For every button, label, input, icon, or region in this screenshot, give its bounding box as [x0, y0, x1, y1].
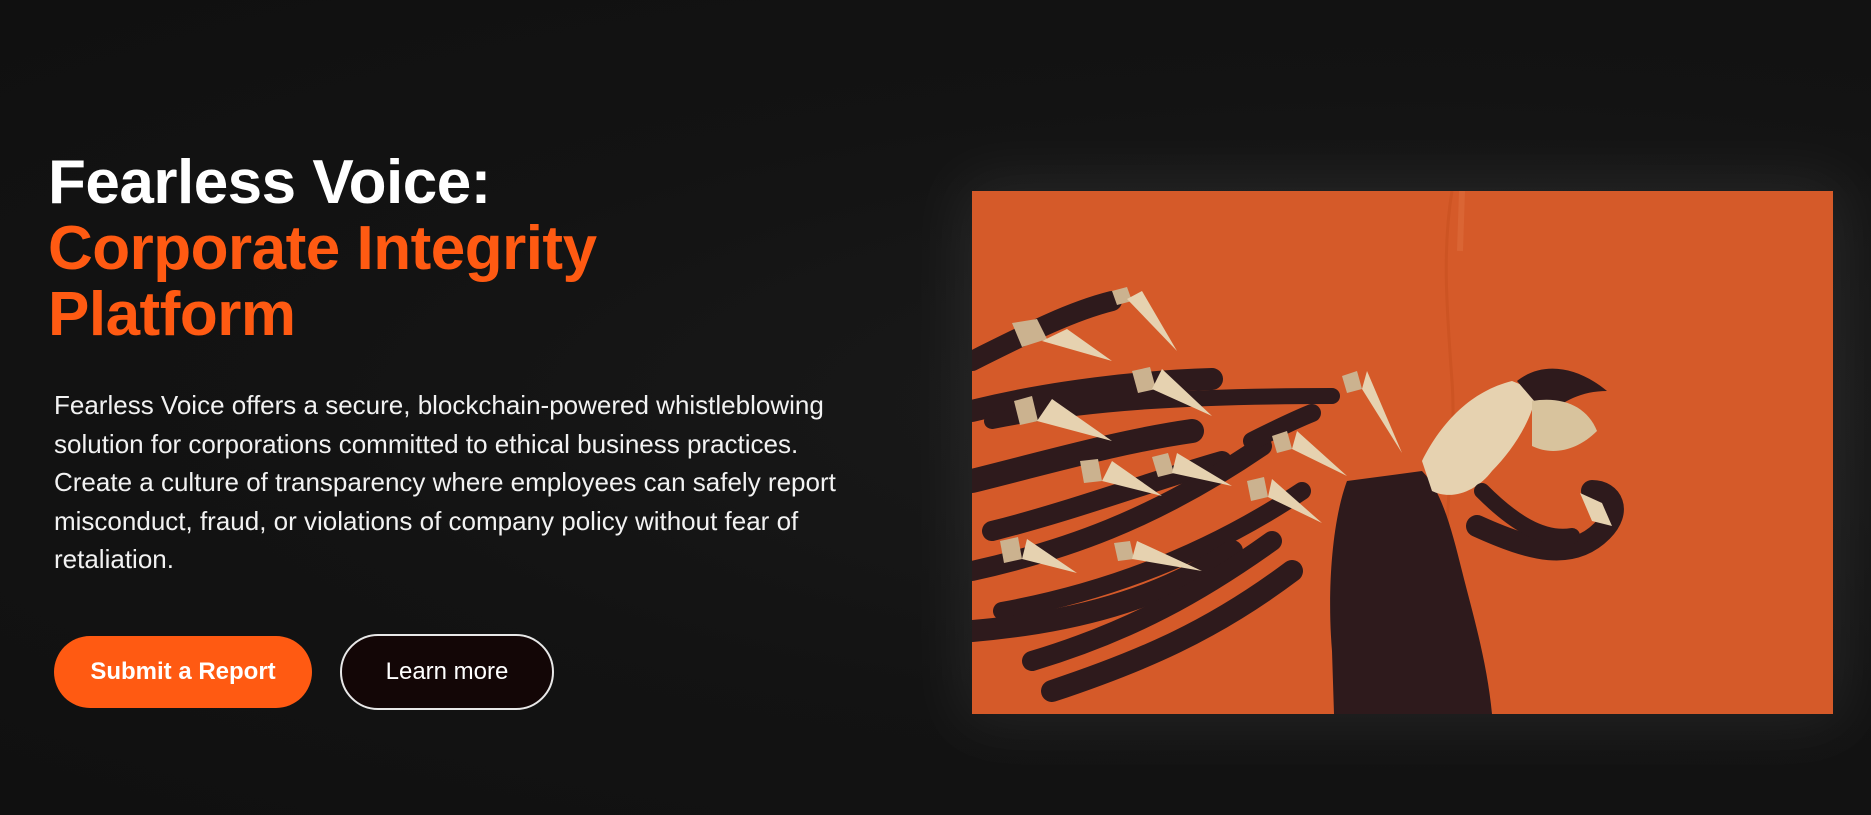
hero-section: Fearless Voice: Corporate Integrity Plat… [0, 0, 1871, 815]
hero-illustration [972, 191, 1833, 714]
headline-line-1: Fearless Voice: [48, 148, 491, 217]
headline-line-3: Platform [48, 280, 296, 349]
hero-description: Fearless Voice offers a secure, blockcha… [54, 390, 836, 574]
hero-actions: Submit a Report Learn more [54, 634, 554, 710]
headline-line-2: Corporate Integrity [48, 214, 597, 283]
submit-report-button[interactable]: Submit a Report [54, 636, 312, 708]
learn-more-button[interactable]: Learn more [340, 634, 554, 710]
figure-surrounded-by-knife-hands-illustration [972, 191, 1833, 714]
hero-headline: Fearless Voice: Corporate Integrity Plat… [48, 150, 868, 348]
hero-text: Fearless Voice: Corporate Integrity Plat… [48, 150, 868, 579]
